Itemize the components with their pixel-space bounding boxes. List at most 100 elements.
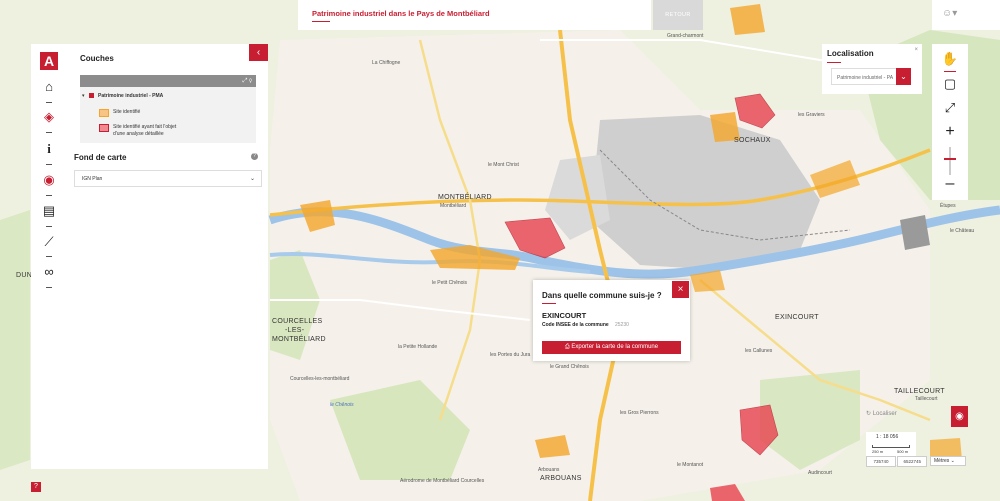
help-icon[interactable]: ? [251, 153, 258, 160]
fullscreen-icon[interactable]: ⤢ [940, 98, 960, 118]
layer-toolbar[interactable]: ⤢ ⚲ [80, 75, 256, 87]
insee-code-value: 25230 [615, 322, 629, 328]
panel-title: Couches [80, 54, 114, 63]
map-label-exincourt: EXINCOURT [775, 314, 819, 321]
close-icon[interactable]: × [672, 281, 689, 298]
scale-ratio: 1 : 18 056 [876, 434, 899, 440]
map-label-courcelles-town: Courcelles-les-montbéliard [290, 376, 350, 382]
map-label-montbeliard: MONTBÉLIARD [438, 194, 492, 201]
localisation-underline [827, 62, 841, 63]
localisation-input[interactable]: Patrimoine industriel - PA [831, 68, 905, 85]
legend-label-detailed-2: d'une analyse détaillée [113, 131, 164, 137]
info-icon[interactable]: i [39, 139, 59, 159]
zoom-slider-handle[interactable] [944, 158, 956, 160]
map-label-audincourt: Audincourt [808, 470, 832, 476]
map-label-chenois-forest: le Chênois [330, 402, 354, 408]
left-toolbar: A ⌂ ◈ i ◉ ▤ ⟋ ∞ [31, 44, 71, 469]
locate-control[interactable]: ↻ Localiser [866, 410, 897, 417]
layer-tree: ▾ Patrimoine industriel - PMA Site ident… [80, 87, 256, 143]
unit-select[interactable]: Mètres ⌄ [930, 456, 966, 466]
map-label-graviers: les Graviers [798, 112, 825, 118]
location-marker-icon[interactable]: ◉ [951, 406, 968, 427]
link-icon[interactable]: ∞ [39, 262, 59, 282]
basemap-value: IGN Plan [82, 176, 103, 182]
commune-popup: Dans quelle commune suis-je ? × EXINCOUR… [533, 280, 690, 361]
map-label-taillecourt: TAILLECOURT [894, 388, 945, 395]
page-title: Patrimoine industriel dans le Pays de Mo… [312, 9, 490, 18]
box-zoom-icon[interactable]: ▢ [940, 74, 960, 94]
zoom-in-icon[interactable]: + [940, 122, 960, 142]
coord-x: 735740 [866, 456, 896, 467]
map-label-callunes: les Callunes [745, 348, 773, 354]
rail-divider [46, 226, 52, 227]
rail-divider [46, 164, 52, 165]
scale-tick-left: 250 m [872, 449, 884, 454]
basemap-title: Fond de carte [74, 153, 127, 162]
legend-swatch-orange [99, 109, 109, 117]
header-bar: Patrimoine industriel dans le Pays de Mo… [298, 0, 651, 30]
home-icon[interactable]: ⌂ [39, 77, 59, 97]
collapse-chevron-icon[interactable]: ▾ [82, 93, 85, 99]
map-label-courcelles-les: -LES- [285, 327, 305, 334]
insee-code-label: Code INSEE de la commune [542, 322, 609, 328]
map-label-montbeliard-sub: Montbéliard [440, 203, 467, 209]
scale-tick-right: 500 m [897, 449, 909, 454]
basemap-select[interactable]: IGN Plan ⌄ [74, 170, 262, 187]
rail-divider [46, 256, 52, 257]
map-label-petit-chenois: le Petit Chênois [432, 280, 468, 286]
print-icon[interactable]: ▤ [39, 201, 59, 221]
commune-name: EXINCOURT [542, 311, 587, 320]
zoom-slider-track[interactable] [949, 147, 951, 175]
map-label-grand-chenois: le Grand Chênois [550, 364, 589, 370]
map-tools: ✋ ▢ ⤢ + – [932, 44, 968, 200]
back-button[interactable]: RETOUR [653, 0, 703, 30]
map-label-sochaux: SOCHAUX [734, 137, 771, 144]
layer-checkbox[interactable] [89, 93, 94, 98]
popup-underline [542, 303, 556, 304]
help-button[interactable]: ? [31, 482, 41, 492]
map-label-grand-charmont: Grand-charmont [667, 33, 704, 39]
rail-divider [46, 195, 52, 196]
localisation-panel: Localisation × Patrimoine industriel - P… [822, 44, 922, 94]
collapse-panel-button[interactable]: ‹ [249, 44, 268, 61]
legend-label-site: Site identifié [113, 109, 141, 115]
pan-hand-icon[interactable]: ✋ [940, 49, 960, 69]
map-label-gros-pierrons: les Gros Pierrons [620, 410, 659, 416]
rail-divider [46, 132, 52, 133]
coord-y: 6522745 [897, 456, 928, 467]
ruler-icon[interactable]: ⟋ [39, 232, 59, 252]
map-label-chiffogne: La Chiffogne [372, 60, 401, 66]
localisation-dropdown-button[interactable]: ⌄ [896, 68, 911, 85]
map-label-arbouans: Arbouans [538, 467, 560, 473]
chevron-down-icon: ⌄ [249, 176, 255, 182]
map-pin-icon[interactable]: ◉ [39, 170, 59, 190]
layer-group-label: Patrimoine industriel - PMA [98, 93, 164, 99]
export-label: Exporter la carte de la commune [571, 344, 659, 350]
app-logo: A [40, 52, 58, 70]
rail-divider [46, 287, 52, 288]
map-label-etupes: Étupes [940, 203, 956, 209]
unit-value: Mètres [934, 458, 950, 464]
popup-heading: Dans quelle commune suis-je ? [542, 291, 662, 300]
rail-divider [46, 102, 52, 103]
map-label-mont-christ: le Mont Christ [488, 162, 519, 168]
map-label-portes-jura: les Portes du Jura [490, 352, 531, 358]
localisation-title: Localisation [827, 49, 874, 58]
map-label-taillecourt-sub: Taillecourt [915, 396, 938, 402]
map-label-chateau: le Château [950, 228, 975, 234]
locate-label: Localiser [872, 411, 897, 417]
map-label-courcelles: COURCELLES [272, 318, 323, 325]
scale-line [872, 445, 910, 448]
map-label-aerodrome: Aérodrome de Montbéliard Courcelles [400, 478, 485, 484]
map-label-courcelles-montbeliard: MONTBÉLIARD [272, 336, 326, 343]
user-menu[interactable]: ☺▾ [932, 0, 1000, 30]
map-label-arbouans-caps: ARBOUANS [540, 475, 582, 482]
zoom-out-icon[interactable]: – [940, 174, 960, 194]
user-icon: ☺▾ [942, 8, 958, 19]
legend-swatch-red [99, 124, 109, 132]
layers-icon[interactable]: ◈ [39, 104, 71, 130]
title-underline [312, 21, 330, 22]
export-map-button[interactable]: ⎙ Exporter la carte de la commune [542, 341, 681, 354]
map-label-petite-hollande: la Petite Hollande [398, 344, 438, 350]
close-icon[interactable]: × [914, 47, 918, 53]
